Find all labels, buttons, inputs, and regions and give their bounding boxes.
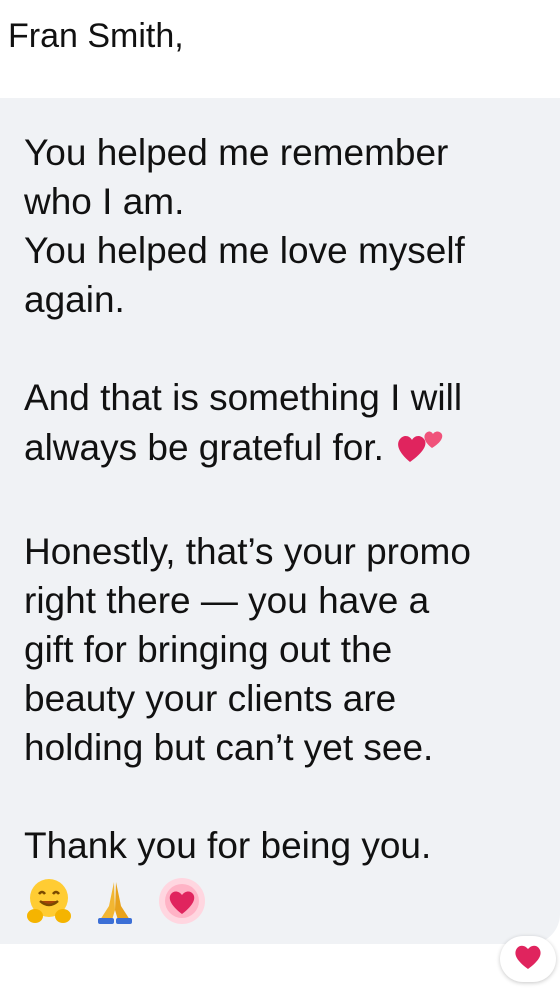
message-paragraph: And that is something I will always be g…: [24, 373, 554, 478]
red-heart-icon: [513, 943, 543, 976]
message-paragraph: You helped me remember who I am. You hel…: [24, 128, 554, 324]
message-line: right there — you have a: [24, 580, 430, 621]
trailing-emoji-row: [24, 874, 554, 928]
message-line: Thank you for being you.: [24, 825, 432, 866]
growing-heart-icon: [157, 876, 207, 926]
hugging-face-icon: [24, 876, 74, 926]
message-line: always be grateful for.: [24, 422, 554, 478]
folded-hands-icon: [90, 876, 140, 926]
message-header: Fran Smith,: [0, 0, 560, 96]
message-line: You helped me remember: [24, 132, 449, 173]
recipient-name: Fran Smith,: [8, 17, 184, 55]
message-screen: Fran Smith, You helped me remember who I…: [0, 0, 560, 1006]
message-line: gift for bringing out the: [24, 629, 393, 670]
heart-reaction[interactable]: [500, 936, 556, 982]
message-paragraph: Thank you for being you.: [24, 821, 554, 928]
message-line-text: always be grateful for.: [24, 426, 384, 468]
message-line: beauty your clients are: [24, 678, 397, 719]
message-line: Honestly, that’s your promo: [24, 531, 471, 572]
message-line: who I am.: [24, 181, 185, 222]
message-text: You helped me remember who I am. You hel…: [24, 128, 554, 928]
message-line: And that is something I will: [24, 377, 463, 418]
two-hearts-icon: [394, 422, 446, 478]
message-line: again.: [24, 279, 125, 320]
message-line: You helped me love myself: [24, 230, 465, 271]
message-line: holding but can’t yet see.: [24, 727, 434, 768]
message-paragraph: Honestly, that’s your promo right there …: [24, 527, 554, 772]
